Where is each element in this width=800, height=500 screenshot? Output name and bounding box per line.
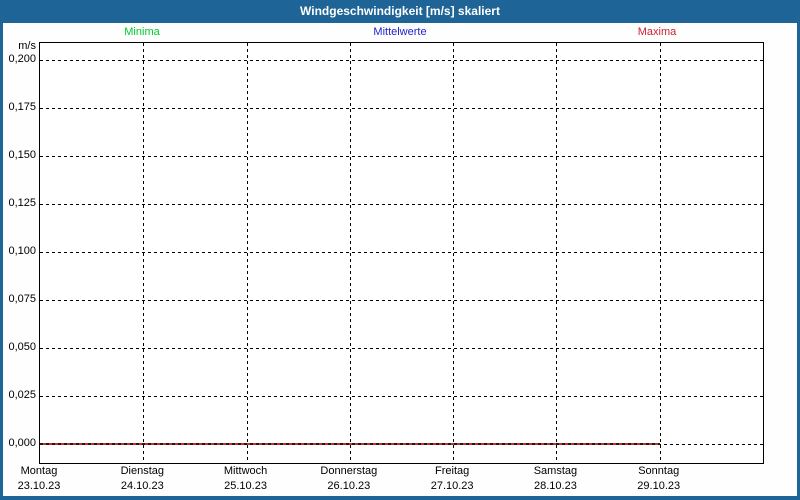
horizontal-gridline <box>40 300 763 301</box>
y-axis-unit-label: m/s <box>18 40 36 52</box>
day-date: 27.10.23 <box>430 480 474 492</box>
day-date: 23.10.23 <box>17 480 61 492</box>
day-date: 24.10.23 <box>120 480 164 492</box>
vertical-gridline <box>246 43 248 463</box>
legend-mittelwerte: Mittelwerte <box>373 26 427 38</box>
day-name: Donnerstag <box>320 465 378 477</box>
horizontal-gridline <box>40 108 763 109</box>
day-name: Montag <box>20 465 58 477</box>
x-day-label: Donnerstag 26.10.23 <box>320 464 377 494</box>
day-name: Sonntag <box>638 465 680 477</box>
plot-area <box>39 42 764 464</box>
horizontal-gridline <box>40 252 763 253</box>
horizontal-gridline <box>40 60 763 61</box>
legend-minima: Minima <box>124 26 160 38</box>
zero-data-line <box>40 443 660 445</box>
y-tick-label: 0,125 <box>8 197 36 209</box>
window-title: Windgeschwindigkeit [m/s] skaliert <box>300 4 500 18</box>
vertical-gridline <box>556 43 558 463</box>
x-day-label: Samstag 28.10.23 <box>534 464 577 494</box>
x-day-label: Mittwoch 25.10.23 <box>224 464 267 494</box>
x-day-label: Freitag 27.10.23 <box>431 464 474 494</box>
day-date: 26.10.23 <box>327 480 371 492</box>
horizontal-gridline <box>40 396 763 397</box>
chart-content: m/s 0,200 0,175 0,150 0,125 0,100 0,075 0,050 0… <box>3 23 797 496</box>
y-tick-label: 0,200 <box>8 53 36 65</box>
chart-window: Windgeschwindigkeit [m/s] skaliert m/s 0… <box>0 0 800 500</box>
horizontal-gridline <box>40 204 763 205</box>
y-tick-label: 0,150 <box>8 149 36 161</box>
x-day-label: Dienstag 24.10.23 <box>121 464 164 494</box>
vertical-gridline <box>453 43 455 463</box>
vertical-gridline <box>659 43 661 463</box>
y-tick-label: 0,175 <box>8 101 36 113</box>
day-date: 28.10.23 <box>534 480 577 492</box>
day-date: 25.10.23 <box>224 480 267 492</box>
day-name: Samstag <box>533 465 578 477</box>
x-day-label: Montag 23.10.23 <box>18 464 61 494</box>
vertical-gridline <box>143 43 145 463</box>
horizontal-gridline <box>40 156 763 157</box>
y-tick-label: 0,100 <box>8 245 36 257</box>
legend-maxima: Maxima <box>637 26 677 38</box>
y-tick-label: 0,025 <box>8 389 36 401</box>
day-name: Freitag <box>435 465 470 477</box>
day-name: Dienstag <box>120 465 164 477</box>
vertical-gridline <box>349 43 351 463</box>
y-tick-label: 0,075 <box>8 293 36 305</box>
y-tick-label: 0,050 <box>8 341 36 353</box>
y-tick-label: 0,000 <box>8 437 36 449</box>
x-day-label: Sonntag 29.10.23 <box>637 464 680 494</box>
day-name: Mittwoch <box>223 465 268 477</box>
horizontal-gridline <box>40 348 763 349</box>
day-date: 29.10.23 <box>637 480 681 492</box>
